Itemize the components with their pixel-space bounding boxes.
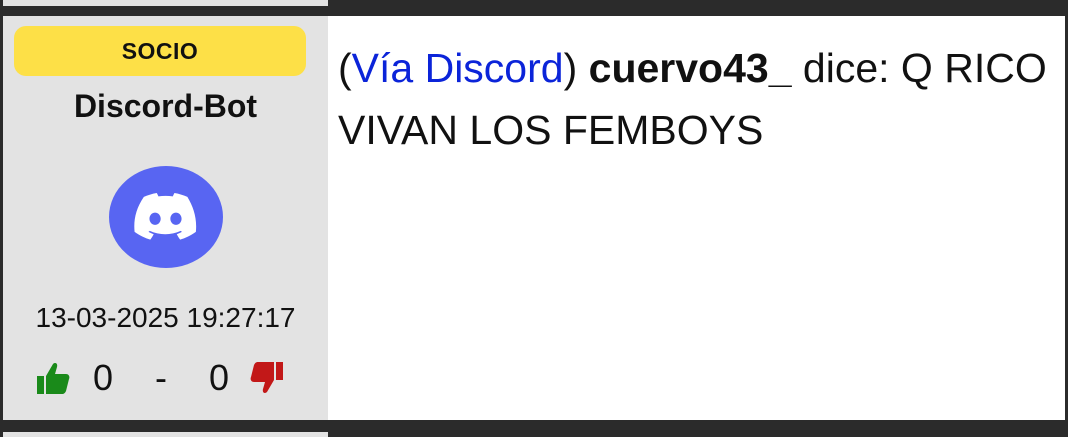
discord-logo-icon [134, 193, 197, 240]
message-verb: dice: [802, 45, 890, 91]
next-post-sidebar-edge [3, 432, 328, 437]
upvote-count: 0 [93, 357, 114, 398]
close-paren: ) [563, 45, 578, 91]
post-timestamp: 13-03-2025 19:27:17 [35, 302, 296, 333]
author-username[interactable]: Discord-Bot [3, 88, 328, 125]
post-message: (Vía Discord) cuervo43_ dice: Q RICO VIV… [338, 38, 1048, 161]
rank-badge: SOCIO [14, 26, 306, 76]
message-author[interactable]: cuervo43_ [589, 45, 792, 91]
vote-separator: - [155, 357, 168, 398]
vote-bar: 0 - 0 [33, 356, 287, 400]
post-body: SOCIO Discord-Bot 13-03-2025 19:27:17 0 … [3, 16, 1065, 420]
open-paren: ( [338, 45, 352, 91]
previous-post-sidebar-edge [3, 0, 328, 6]
thumbs-down-icon[interactable] [247, 358, 287, 398]
post-content: (Vía Discord) cuervo43_ dice: Q RICO VIV… [328, 16, 1065, 420]
avatar[interactable] [109, 166, 223, 268]
downvote-count: 0 [209, 357, 230, 398]
forum-post: SOCIO Discord-Bot 13-03-2025 19:27:17 0 … [0, 0, 1068, 437]
thumbs-up-icon[interactable] [33, 358, 73, 398]
author-sidebar: SOCIO Discord-Bot 13-03-2025 19:27:17 0 … [3, 16, 328, 420]
via-discord-link[interactable]: Vía Discord [352, 45, 564, 91]
